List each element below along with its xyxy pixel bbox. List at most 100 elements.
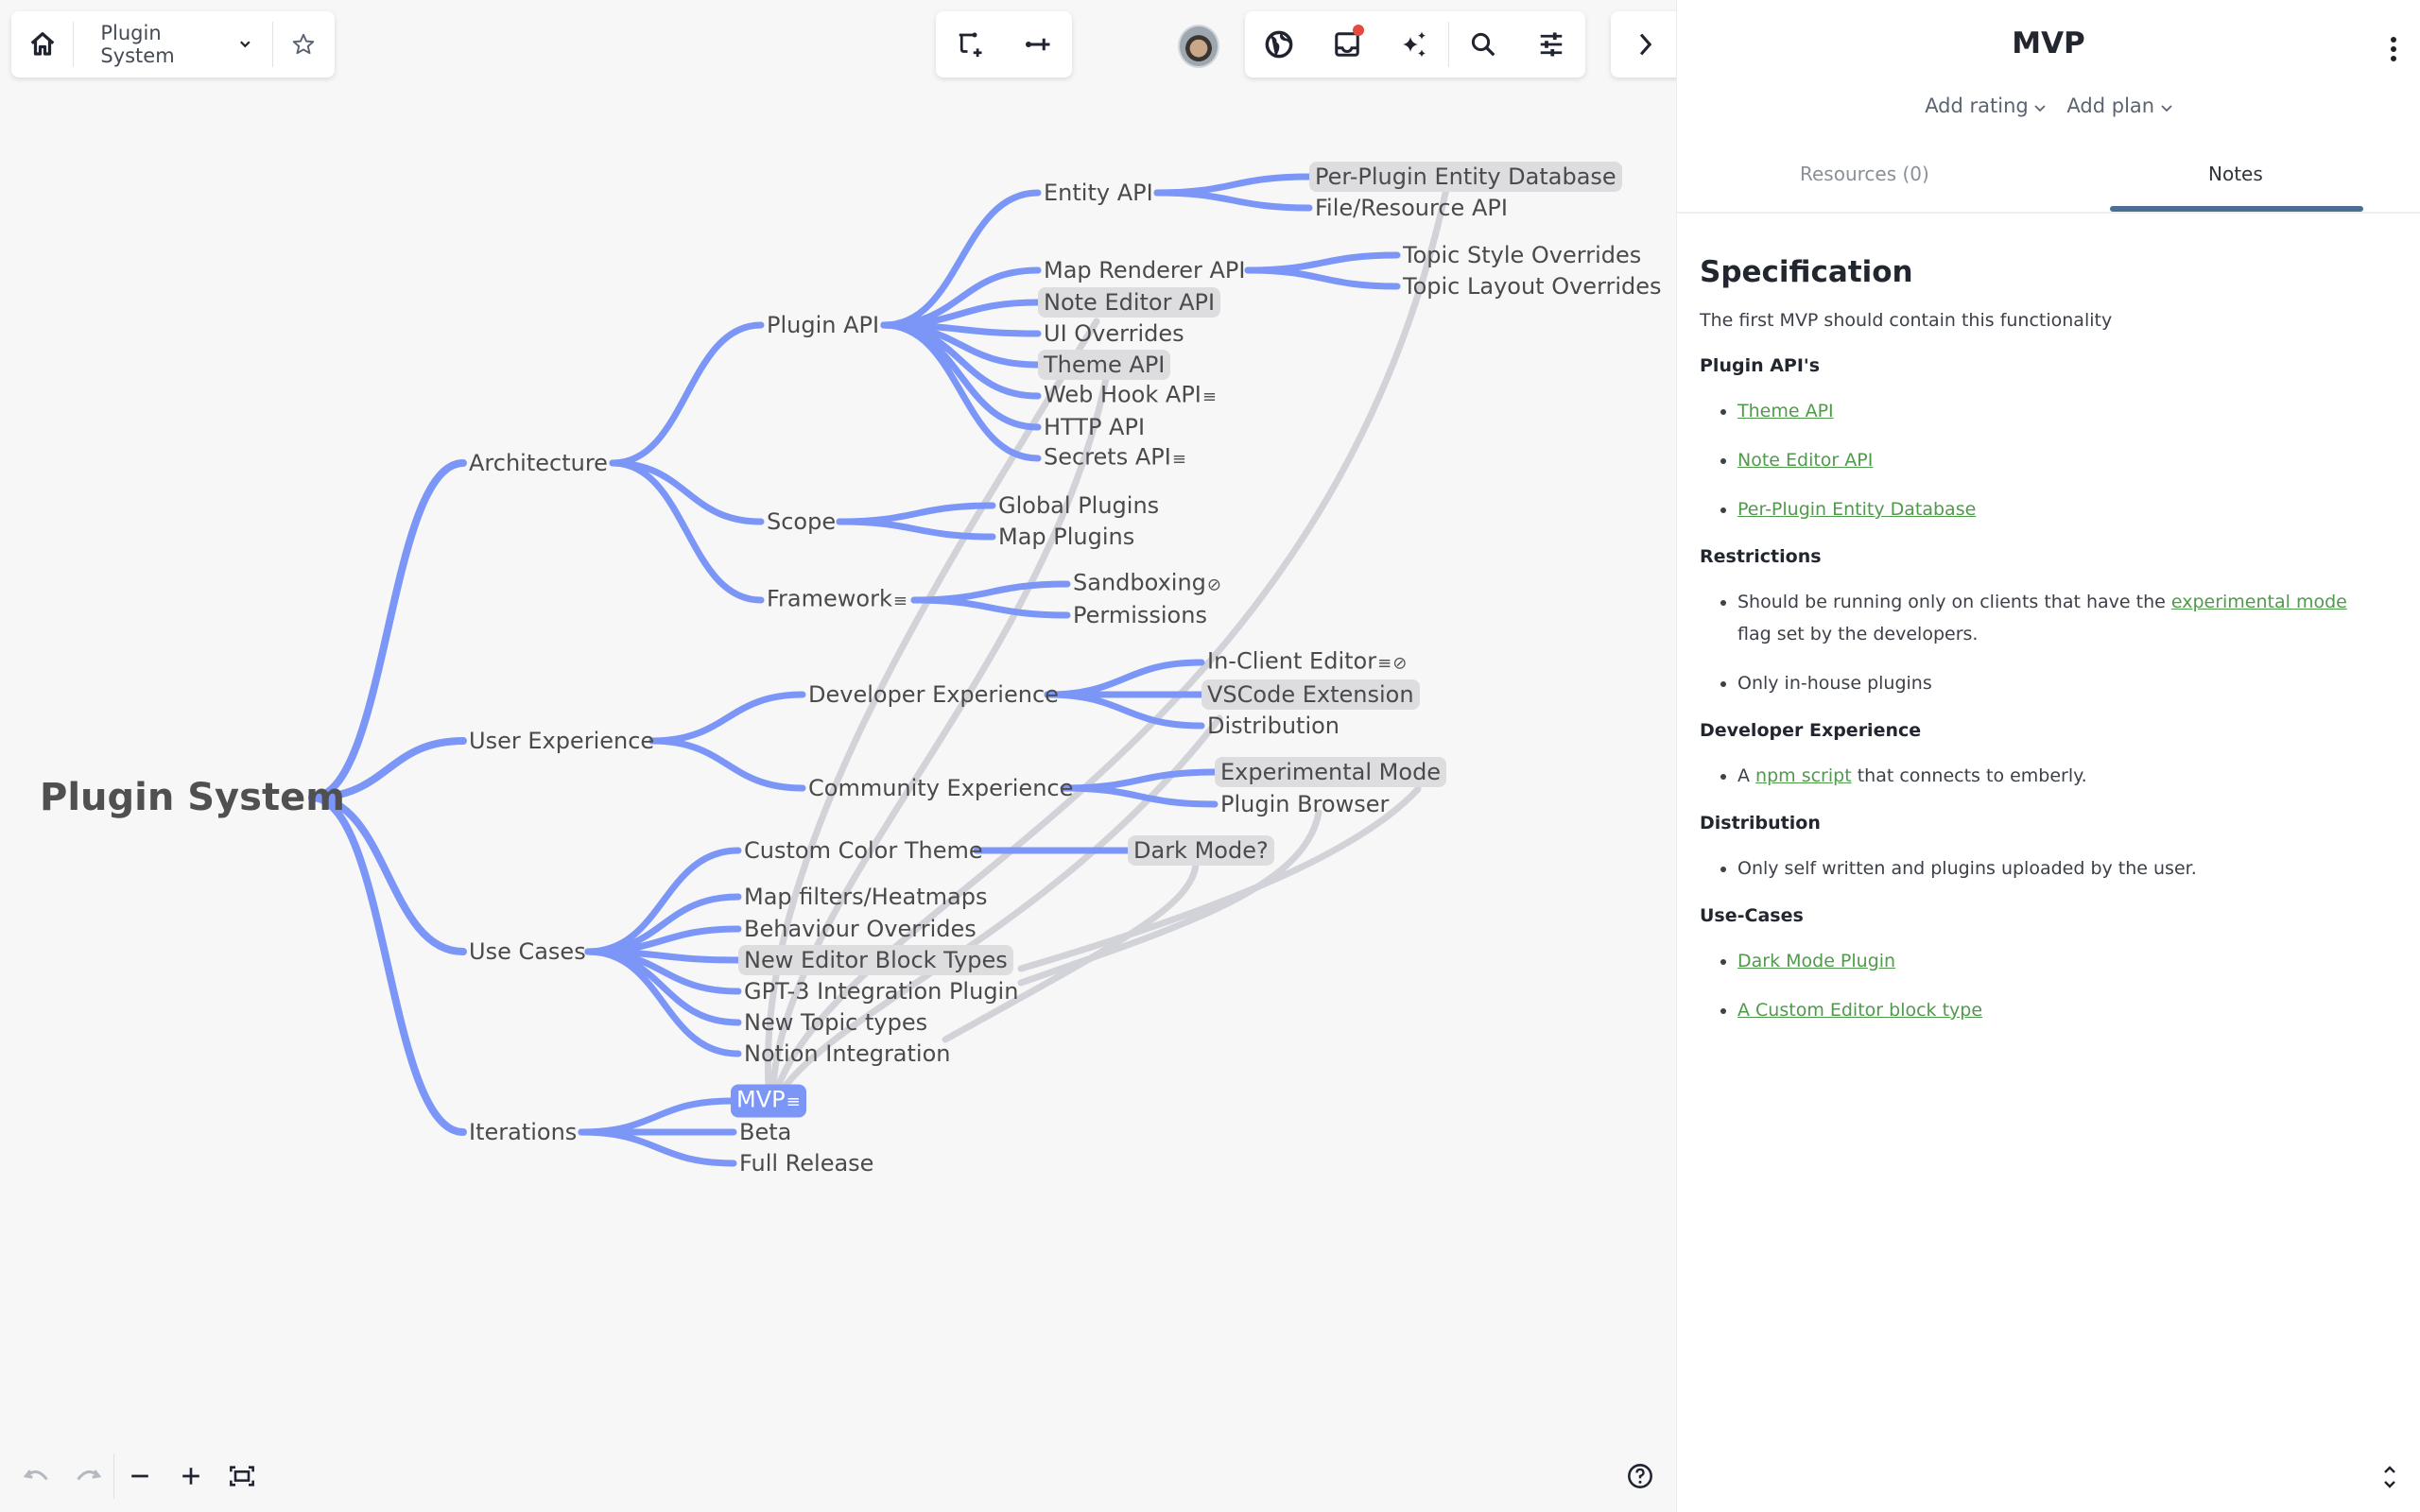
undo-button[interactable] bbox=[11, 1451, 62, 1502]
notes-editor[interactable]: Specification The first MVP should conta… bbox=[1700, 255, 2382, 1047]
zoom-out-button[interactable] bbox=[114, 1451, 165, 1502]
topic-scope[interactable]: Scope bbox=[761, 507, 841, 537]
topic-vscode-extension[interactable]: VSCode Extension bbox=[1201, 679, 1420, 710]
topic-notion-integration[interactable]: Notion Integration bbox=[738, 1039, 956, 1069]
topic-topic-style-overrides[interactable]: Topic Style Overrides bbox=[1397, 240, 1647, 270]
avatar[interactable] bbox=[1178, 25, 1219, 68]
topic-new-topic-types[interactable]: New Topic types bbox=[738, 1007, 933, 1038]
distribution-list: Only self written and plugins uploaded b… bbox=[1737, 852, 2382, 885]
branch-connector bbox=[648, 737, 806, 792]
mindmap-canvas[interactable]: Plugin System Architecture User Experien… bbox=[0, 0, 1686, 1512]
topic-note-editor-api[interactable]: Note Editor API bbox=[1038, 287, 1221, 318]
topic-full-release[interactable]: Full Release bbox=[734, 1148, 879, 1178]
notes-subheading: Use-Cases bbox=[1700, 905, 1804, 926]
map-settings-button[interactable] bbox=[1517, 11, 1585, 77]
topic-file-resource-api[interactable]: File/Resource API bbox=[1309, 193, 1513, 223]
topic-web-hook-api[interactable]: Web Hook API≡ bbox=[1038, 380, 1222, 413]
topic-link[interactable]: npm script bbox=[1755, 765, 1852, 786]
topic-link[interactable]: A Custom Editor block type bbox=[1737, 1000, 1982, 1021]
branch-connector bbox=[910, 596, 1071, 619]
expand-collapse-icon bbox=[2384, 1466, 2395, 1488]
topic-architecture[interactable]: Architecture bbox=[463, 448, 614, 478]
topic-permissions[interactable]: Permissions bbox=[1067, 600, 1213, 630]
topic-experimental-mode[interactable]: Experimental Mode bbox=[1215, 757, 1447, 787]
tab-resources[interactable]: Resources (0) bbox=[1800, 163, 1929, 185]
topic-beta[interactable]: Beta bbox=[734, 1117, 797, 1147]
notes-intro: The first MVP should contain this functi… bbox=[1700, 310, 2113, 331]
topic-link[interactable]: Per-Plugin Entity Database bbox=[1737, 499, 1976, 520]
topic-sandboxing[interactable]: Sandboxing⊘ bbox=[1067, 568, 1227, 601]
topic-community-experience[interactable]: Community Experience bbox=[803, 773, 1079, 803]
notes-subheading: Plugin API's bbox=[1700, 355, 1821, 376]
inbox-button[interactable] bbox=[1313, 11, 1381, 77]
topic-http-api[interactable]: HTTP API bbox=[1038, 412, 1150, 442]
zoom-out-icon bbox=[131, 1474, 148, 1478]
add-plan-dropdown[interactable]: Add plan bbox=[2066, 94, 2172, 117]
topic-use-cases[interactable]: Use Cases bbox=[463, 936, 592, 967]
topic-map-plugins[interactable]: Map Plugins bbox=[993, 522, 1140, 552]
note-icon: ≡ bbox=[1201, 387, 1217, 407]
topic-secrets-api[interactable]: Secrets API≡ bbox=[1038, 442, 1192, 475]
kebab-dot bbox=[2391, 46, 2396, 52]
topic-plugin-api[interactable]: Plugin API bbox=[761, 310, 885, 340]
search-button[interactable] bbox=[1449, 11, 1517, 77]
topic-title[interactable]: MVP bbox=[1677, 26, 2420, 60]
map-breadcrumb-bar: Plugin System bbox=[11, 11, 335, 77]
topic-map-filters[interactable]: Map filters/Heatmaps bbox=[738, 882, 993, 912]
help-button[interactable] bbox=[1615, 1451, 1666, 1502]
topic-theme-api[interactable]: Theme API bbox=[1038, 350, 1171, 380]
list-item: Theme API bbox=[1737, 395, 2382, 427]
map-title-dropdown[interactable]: Plugin System bbox=[74, 11, 271, 77]
add-child-topic-button[interactable] bbox=[936, 11, 1004, 77]
usecases-list: Dark Mode Plugin A Custom Editor block t… bbox=[1737, 945, 2382, 1026]
topic-developer-experience[interactable]: Developer Experience bbox=[803, 679, 1064, 710]
topic-link[interactable]: experimental mode bbox=[2171, 592, 2347, 612]
topic-link[interactable]: Dark Mode Plugin bbox=[1737, 951, 1895, 971]
list-item: Dark Mode Plugin bbox=[1737, 945, 2382, 977]
star-icon bbox=[293, 33, 315, 55]
topic-actions: Add rating Add plan bbox=[1677, 94, 2420, 117]
topic-link[interactable]: Theme API bbox=[1737, 401, 1834, 421]
topic-plugin-browser[interactable]: Plugin Browser bbox=[1215, 789, 1394, 819]
favorite-button[interactable] bbox=[273, 11, 335, 77]
topic-entity-api[interactable]: Entity API bbox=[1038, 178, 1159, 208]
branch-connector bbox=[578, 1097, 735, 1136]
topic-in-client-editor[interactable]: In-Client Editor≡⊘ bbox=[1201, 646, 1412, 679]
root-topic[interactable]: Plugin System bbox=[34, 773, 351, 822]
add-rating-dropdown[interactable]: Add rating bbox=[1925, 94, 2047, 117]
topic-distribution[interactable]: Distribution bbox=[1201, 711, 1345, 741]
collapse-sidebar-button[interactable] bbox=[1611, 11, 1686, 77]
home-button[interactable] bbox=[11, 11, 73, 77]
add-sibling-topic-button[interactable] bbox=[1004, 11, 1072, 77]
zoom-in-button[interactable] bbox=[165, 1451, 216, 1502]
topic-map-renderer-api[interactable]: Map Renderer API bbox=[1038, 255, 1251, 285]
topic-ui-overrides[interactable]: UI Overrides bbox=[1038, 318, 1190, 349]
topic-new-editor-block-types[interactable]: New Editor Block Types bbox=[738, 945, 1013, 975]
topic-iterations[interactable]: Iterations bbox=[463, 1117, 582, 1147]
chevron-down-icon bbox=[2034, 105, 2047, 112]
topic-user-experience[interactable]: User Experience bbox=[463, 726, 660, 756]
redo-button[interactable] bbox=[62, 1451, 113, 1502]
chevron-down-icon bbox=[240, 41, 251, 48]
topic-gpt3-plugin[interactable]: GPT-3 Integration Plugin bbox=[738, 976, 1024, 1006]
topic-dark-mode[interactable]: Dark Mode? bbox=[1128, 835, 1274, 866]
chevron-right-button[interactable] bbox=[1611, 11, 1679, 77]
home-icon bbox=[30, 32, 55, 56]
publish-button[interactable] bbox=[1245, 11, 1313, 77]
topic-per-plugin-entity-database[interactable]: Per-Plugin Entity Database bbox=[1309, 162, 1622, 192]
topic-global-plugins[interactable]: Global Plugins bbox=[993, 490, 1165, 521]
topic-topic-layout-overrides[interactable]: Topic Layout Overrides bbox=[1397, 271, 1668, 301]
topic-sidebar: MVP Add rating Add plan Resources (0) No… bbox=[1676, 0, 2420, 1512]
topic-framework[interactable]: Framework≡ bbox=[761, 584, 913, 617]
topic-link[interactable]: Note Editor API bbox=[1737, 450, 1873, 471]
fit-to-screen-button[interactable] bbox=[216, 1451, 268, 1502]
sparkles-icon bbox=[1403, 31, 1426, 58]
more-options-button[interactable] bbox=[2382, 30, 2405, 68]
tab-notes[interactable]: Notes bbox=[2208, 163, 2263, 185]
topic-custom-color-theme[interactable]: Custom Color Theme bbox=[738, 835, 989, 866]
notes-subheading: Developer Experience bbox=[1700, 720, 1922, 741]
topic-mvp[interactable]: MVP≡ bbox=[731, 1084, 806, 1118]
ai-assistant-button[interactable] bbox=[1381, 11, 1449, 77]
expand-collapse-button[interactable] bbox=[2382, 1463, 2397, 1495]
topic-behaviour-overrides[interactable]: Behaviour Overrides bbox=[738, 914, 982, 944]
